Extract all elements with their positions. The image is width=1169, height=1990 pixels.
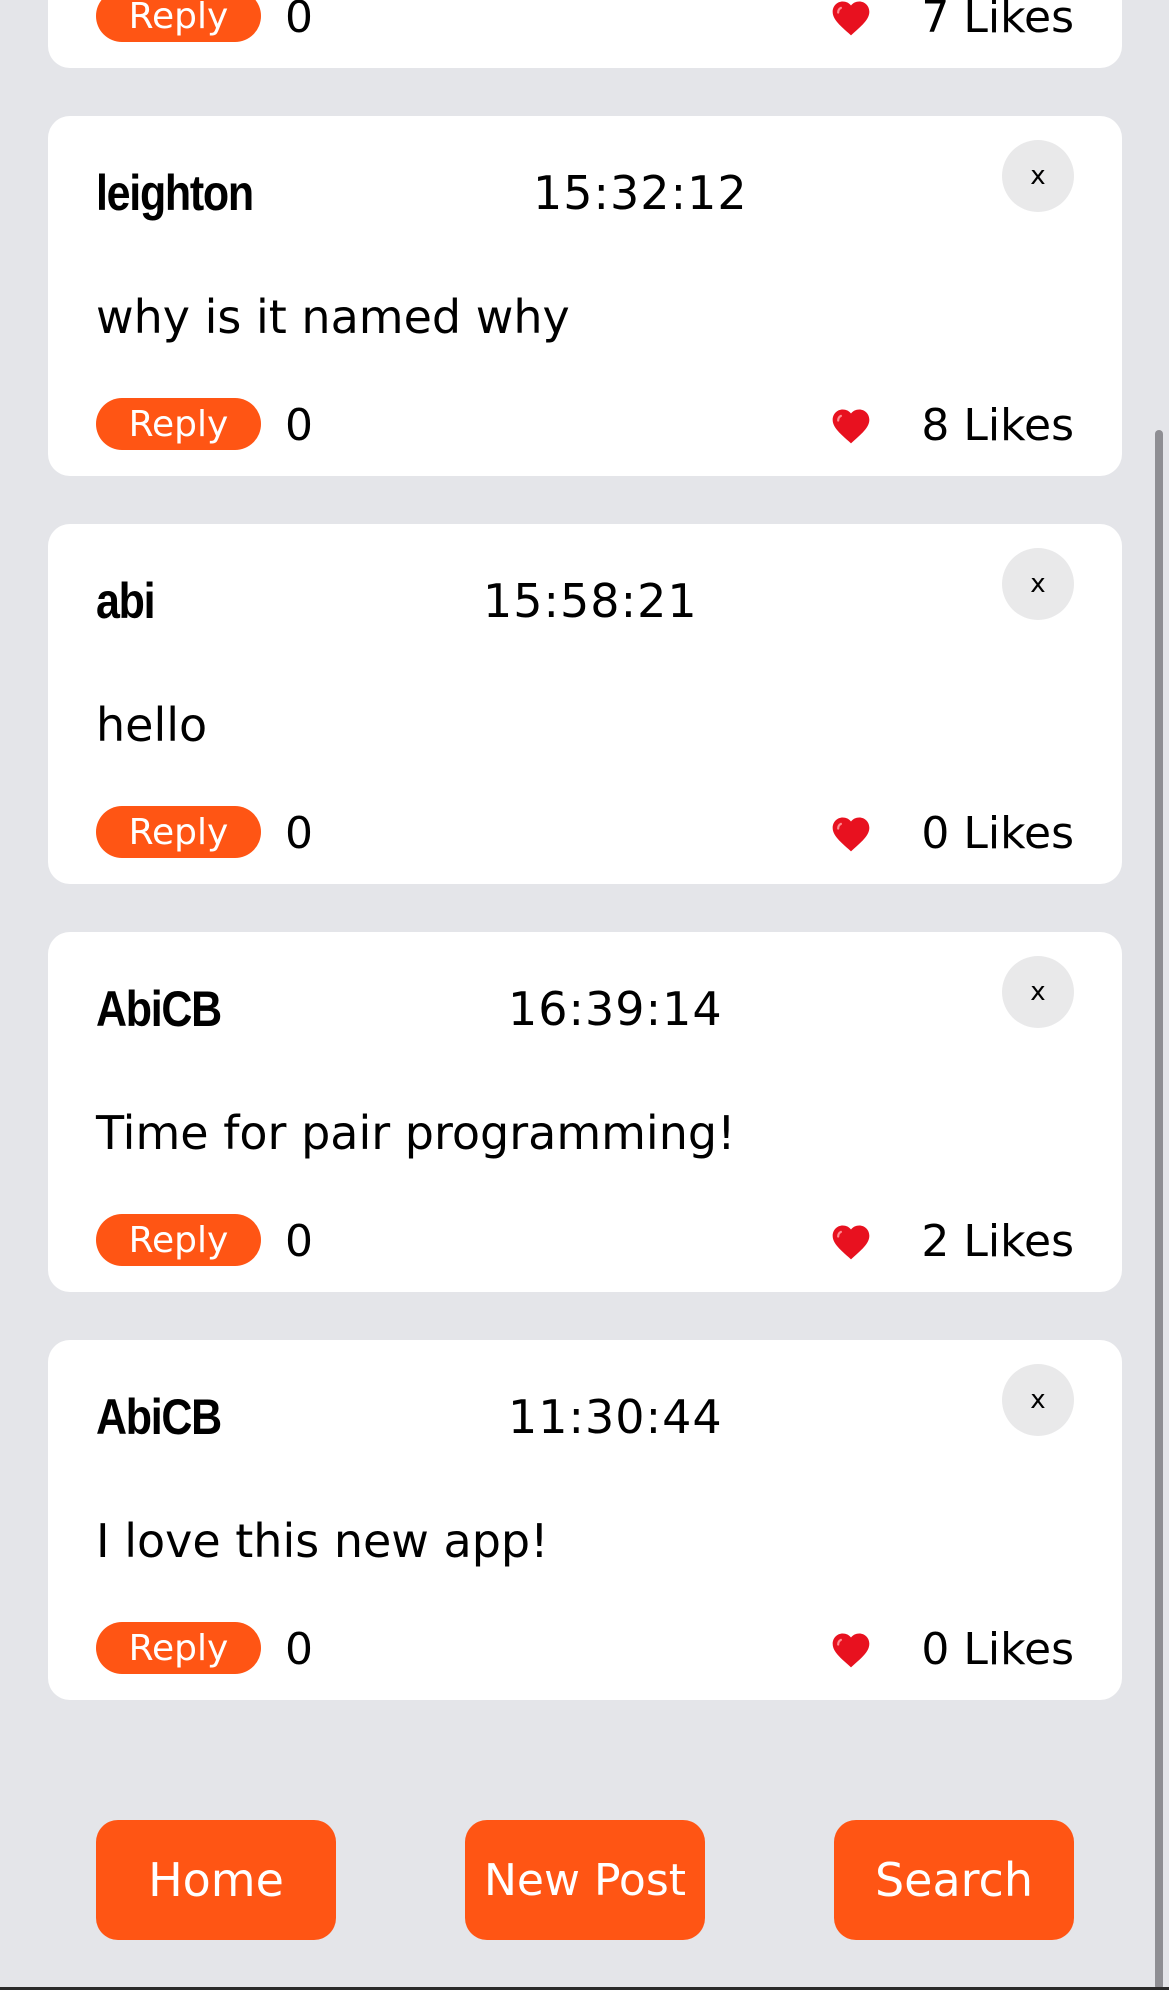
like-count: 0 Likes xyxy=(921,1624,1074,1675)
close-icon: x xyxy=(1030,161,1046,191)
reply-button[interactable]: Reply xyxy=(96,1622,261,1674)
reply-button[interactable]: Reply xyxy=(96,398,261,450)
post-time: 16:39:14 xyxy=(508,982,723,1036)
post-username: AbiCB xyxy=(96,1389,222,1445)
post-card: leighton 15:32:12 x why is it named why … xyxy=(48,116,1122,476)
post-card: AbiCB 16:39:14 x Time for pair programmi… xyxy=(48,932,1122,1292)
reply-button[interactable]: Reply xyxy=(96,0,261,42)
reply-count: 0 xyxy=(285,1624,313,1675)
delete-post-button[interactable]: x xyxy=(1002,1364,1074,1436)
like-count: 8 Likes xyxy=(921,400,1074,451)
reply-button[interactable]: Reply xyxy=(96,1214,261,1266)
like-count: 2 Likes xyxy=(921,1216,1074,1267)
post-username: AbiCB xyxy=(96,981,222,1037)
new-post-button[interactable]: New Post xyxy=(465,1820,705,1940)
post-message: Time for pair programming! xyxy=(96,1106,736,1160)
like-count: 0 Likes xyxy=(921,808,1074,859)
post-username: leighton xyxy=(96,165,254,221)
home-button[interactable]: Home xyxy=(96,1820,336,1940)
post-time: 15:32:12 xyxy=(533,166,748,220)
post-time: 15:58:21 xyxy=(483,574,698,628)
post-card: AbiCB 11:30:44 x I love this new app! Re… xyxy=(48,1340,1122,1700)
heart-icon[interactable] xyxy=(829,404,873,448)
reply-count: 0 xyxy=(285,808,313,859)
heart-icon[interactable] xyxy=(829,812,873,856)
heart-icon[interactable] xyxy=(829,1628,873,1672)
post-message: why is it named why xyxy=(96,290,570,344)
reply-button[interactable]: Reply xyxy=(96,806,261,858)
post-username: abi xyxy=(96,573,156,629)
reply-count: 0 xyxy=(285,1216,313,1267)
delete-post-button[interactable]: x xyxy=(1002,548,1074,620)
post-card: Reply 0 7 Likes xyxy=(48,0,1122,68)
post-message: hello xyxy=(96,698,208,752)
post-time: 11:30:44 xyxy=(508,1390,723,1444)
close-icon: x xyxy=(1030,1385,1046,1415)
heart-icon[interactable] xyxy=(829,1220,873,1264)
delete-post-button[interactable]: x xyxy=(1002,956,1074,1028)
post-message: I love this new app! xyxy=(96,1514,549,1568)
like-count: 7 Likes xyxy=(921,0,1074,43)
search-button[interactable]: Search xyxy=(834,1820,1074,1940)
post-card: abi 15:58:21 x hello Reply 0 0 Likes xyxy=(48,524,1122,884)
close-icon: x xyxy=(1030,569,1046,599)
close-icon: x xyxy=(1030,977,1046,1007)
scrollbar[interactable] xyxy=(1155,430,1163,1990)
reply-count: 0 xyxy=(285,400,313,451)
heart-icon[interactable] xyxy=(829,0,873,40)
reply-count: 0 xyxy=(285,0,313,43)
delete-post-button[interactable]: x xyxy=(1002,140,1074,212)
